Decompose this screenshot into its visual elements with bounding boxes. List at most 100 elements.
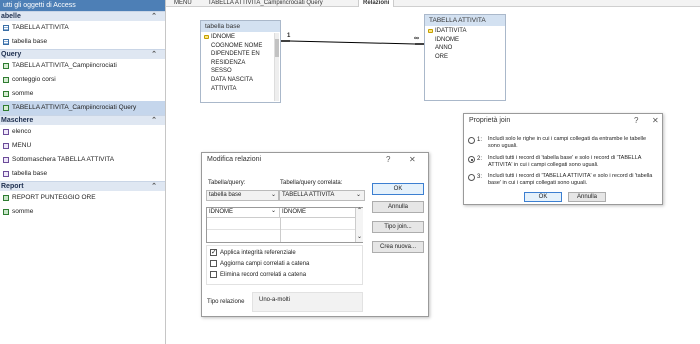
tab-label: MENU [174, 0, 192, 6]
nav-item-query[interactable]: somme [0, 87, 165, 101]
join-option-1-text[interactable]: Includi solo le righe in cui i campi col… [488, 136, 648, 150]
nav-item-label: TABELLA ATTIVITA_Campiincrociati Query [12, 104, 137, 111]
cancel-button[interactable]: Annulla [372, 201, 424, 213]
nav-group-queries[interactable]: Query ⌃ [0, 49, 165, 59]
query-icon [3, 91, 9, 97]
report-icon [3, 195, 9, 201]
integrity-group [206, 245, 363, 285]
tab-label: TABELLA ATTIVITA_Campiincrociati Query [208, 0, 323, 6]
form-icon [3, 171, 9, 177]
query-icon [3, 105, 9, 111]
dialog-title: Modifica relazioni [207, 156, 262, 163]
nav-group-label: Query [1, 51, 22, 58]
nav-group-tables[interactable]: abelle ⌃ [0, 11, 165, 21]
nav-item-label: TABELLA ATTIVITA_Campiincrociati [12, 62, 117, 69]
nav-item-label: somme [12, 90, 34, 97]
related-table-label: Tabella/query correlata: [280, 180, 343, 186]
create-new-button[interactable]: Crea nuova... [372, 241, 424, 253]
nav-item-report[interactable]: REPORT PUNTEGGIO ORE [0, 191, 165, 205]
join-option-number: 2: [477, 156, 483, 162]
report-icon [3, 209, 9, 215]
help-icon[interactable]: ? [634, 116, 638, 125]
nav-item-form[interactable]: tabella base [0, 167, 165, 181]
nav-item-form[interactable]: elenco [0, 125, 165, 139]
nav-item-label: TABELLA ATTIVITA [12, 24, 69, 31]
join-option-2-radio[interactable] [468, 156, 475, 163]
join-option-1-radio[interactable] [468, 137, 475, 144]
close-icon[interactable]: ✕ [409, 155, 416, 164]
close-icon[interactable]: ✕ [652, 116, 659, 125]
query-icon [3, 63, 9, 69]
select-value: tabella base [209, 192, 242, 198]
nav-group-label: Maschere [1, 117, 34, 124]
nav-item-query[interactable]: TABELLA ATTIVITA_Campiincrociati [0, 59, 165, 73]
relationship-type-value: Uno-a-molti [259, 297, 291, 303]
field-mapping-grid[interactable]: IDNOME ⌄ IDNOME ⌃ ⌄ [206, 207, 363, 243]
form-icon [3, 157, 9, 163]
join-option-3-text[interactable]: Includi tutti i record di 'TABELLA ATTIV… [488, 173, 654, 187]
document-tab-bar: MENU TABELLA ATTIVITA_Campiincrociati Qu… [166, 0, 700, 7]
nav-group-label: abelle [1, 13, 21, 20]
nav-item-query[interactable]: conteggio corsi [0, 73, 165, 87]
related-table-select[interactable]: TABELLA ATTIVITA ⌄ [279, 190, 365, 201]
query-icon [3, 77, 9, 83]
help-icon[interactable]: ? [386, 155, 390, 164]
table-icon [3, 39, 9, 45]
table-query-label: Tabella/query: [208, 180, 246, 186]
field-mapping-row[interactable] [207, 218, 355, 230]
nav-item-label: somme [12, 208, 34, 215]
relationship-line[interactable] [166, 7, 700, 127]
join-option-number: 1: [477, 137, 483, 143]
nav-item-report[interactable]: somme [0, 205, 165, 219]
nav-item-label: tabella base [12, 170, 48, 177]
nav-item-label: REPORT PUNTEGGIO ORE [12, 194, 96, 201]
nav-item-label: Sottomaschera TABELLA ATTIVITA [12, 156, 115, 163]
join-properties-dialog: Proprietà join ? ✕ 1: Includi solo le ri… [463, 113, 663, 205]
nav-item-label: MENU [12, 142, 32, 149]
join-option-3-radio[interactable] [468, 174, 475, 181]
navigation-pane: utti gli oggetti di Access abelle ⌃ TABE… [0, 0, 166, 344]
nav-item-table[interactable]: tabella base [0, 35, 165, 49]
tab-query[interactable]: TABELLA ATTIVITA_Campiincrociati Query [204, 0, 327, 7]
join-option-2-text[interactable]: Includi tutti i record di 'tabella base'… [488, 155, 654, 169]
table-query-select[interactable]: tabella base ⌄ [206, 190, 279, 201]
relationship-one-label: 1 [287, 33, 291, 39]
nav-item-label: elenco [12, 128, 32, 135]
grid-scrollbar[interactable]: ⌃ ⌄ [355, 208, 363, 242]
tab-relazioni[interactable]: Relazioni [358, 0, 395, 7]
join-cancel-button[interactable]: Annulla [568, 192, 606, 202]
nav-pane-title[interactable]: utti gli oggetti di Access [0, 0, 165, 11]
join-type-button[interactable]: Tipo join... [372, 221, 424, 233]
nav-group-label: Report [1, 183, 24, 190]
join-ok-button[interactable]: OK [524, 192, 562, 202]
field-cell-right[interactable]: IDNOME [280, 208, 355, 218]
relationship-type-box: Uno-a-molti [252, 292, 363, 312]
field-cell-value: IDNOME [282, 209, 306, 215]
form-icon [3, 129, 9, 135]
relationship-many-label: ∞ [414, 35, 419, 42]
nav-group-forms[interactable]: Maschere ⌃ [0, 115, 165, 125]
nav-item-form[interactable]: MENU [0, 139, 165, 153]
table-icon [3, 25, 9, 31]
nav-item-form[interactable]: Sottomaschera TABELLA ATTIVITA [0, 153, 165, 167]
scroll-down-icon[interactable]: ⌄ [357, 233, 362, 240]
nav-item-label: conteggio corsi [12, 76, 56, 83]
field-cell-left[interactable]: IDNOME ⌄ [207, 208, 280, 218]
edit-relationships-dialog: Modifica relazioni ? ✕ Tabella/query: Ta… [201, 152, 429, 317]
scroll-up-icon[interactable]: ⌃ [357, 207, 362, 214]
relationships-design-surface[interactable]: tabella base IDNOME COGNOME NOME DIPENDE… [166, 7, 700, 344]
tab-menu[interactable]: MENU [170, 0, 196, 7]
dialog-title: Proprietà join [469, 117, 511, 124]
form-icon [3, 143, 9, 149]
nav-group-reports[interactable]: Report ⌃ [0, 181, 165, 191]
nav-item-label: tabella base [12, 38, 48, 45]
join-option-number: 3: [477, 174, 483, 180]
nav-item-query-selected[interactable]: TABELLA ATTIVITA_Campiincrociati Query [0, 101, 165, 115]
grid-divider [280, 218, 281, 242]
chevron-down-icon: ⌄ [271, 192, 277, 198]
chevron-down-icon: ⌄ [356, 192, 362, 198]
ok-button[interactable]: OK [372, 183, 424, 195]
field-cell-value: IDNOME [209, 209, 233, 215]
nav-item-table[interactable]: TABELLA ATTIVITA [0, 21, 165, 35]
select-value: TABELLA ATTIVITA [282, 192, 335, 198]
